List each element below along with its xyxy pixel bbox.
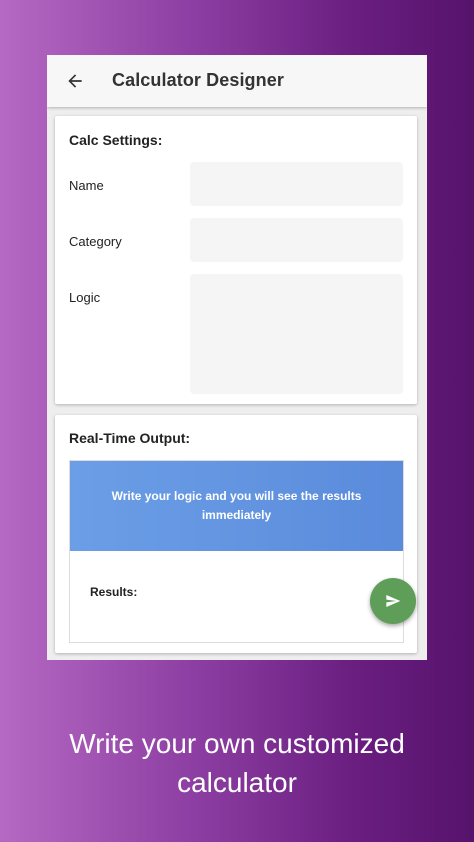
back-arrow-icon[interactable] [65,71,85,91]
name-field[interactable] [190,162,403,206]
caption-line-2: calculator [177,767,297,798]
output-banner: Write your logic and you will see the re… [70,461,403,551]
promo-caption: Write your own customized calculator [0,724,474,802]
name-label: Name [69,178,104,193]
calc-settings-card: Calc Settings: Name Category Logic [55,116,417,404]
app-screen: Calculator Designer Calc Settings: Name … [47,55,427,660]
settings-heading: Calc Settings: [69,132,163,148]
output-box: Write your logic and you will see the re… [69,460,416,643]
category-label: Category [69,234,122,249]
logic-field[interactable] [190,274,403,394]
logic-label: Logic [69,290,101,305]
output-heading: Real-Time Output: [69,430,191,446]
run-button[interactable] [370,578,416,624]
banner-text: Write your logic and you will see the re… [111,489,362,522]
results-label: Results: [90,585,138,599]
app-bar: Calculator Designer [47,55,427,107]
realtime-output-card: Real-Time Output: Write your logic and y… [55,415,417,653]
caption-line-1: Write your own customized [69,728,405,759]
send-icon [386,595,401,607]
category-field[interactable] [190,218,403,262]
page-title: Calculator Designer [112,70,284,90]
